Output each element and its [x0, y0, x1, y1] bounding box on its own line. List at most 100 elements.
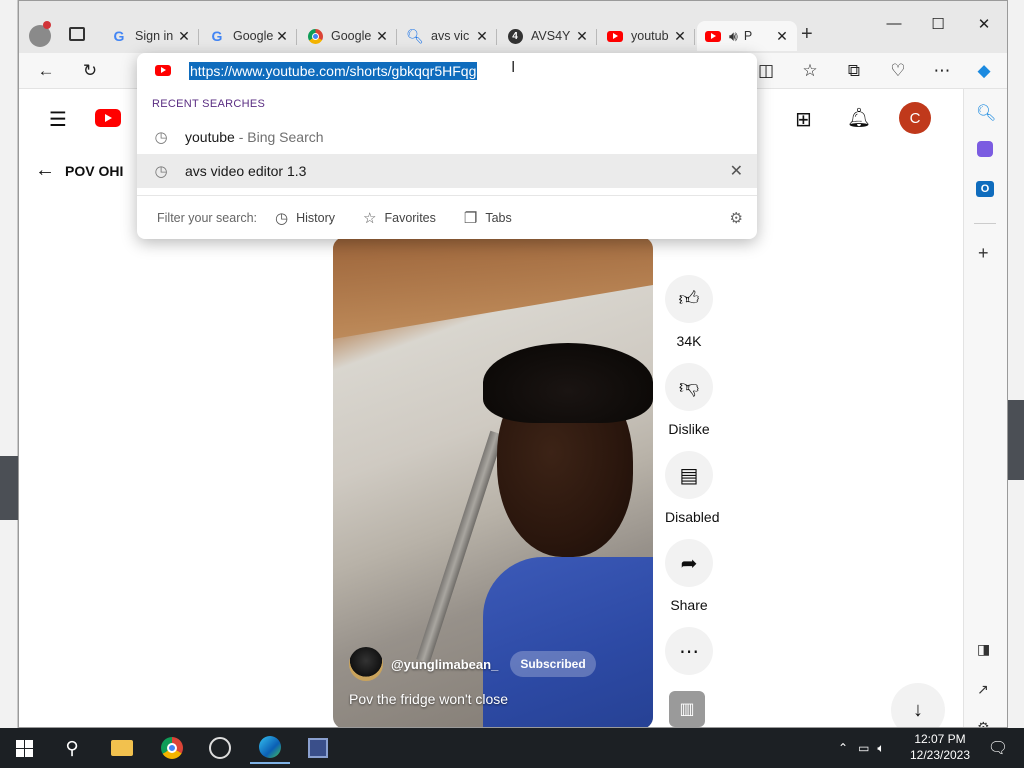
start-windows-icon[interactable] [4, 732, 44, 764]
avs-video-editor-icon[interactable] [298, 732, 338, 764]
volume-muted-icon[interactable]: 🔈︎ [877, 741, 884, 756]
close-icon[interactable]: ✕ [575, 28, 589, 45]
filter-history[interactable]: ◷ History [275, 209, 335, 227]
tab-actions-icon[interactable] [69, 27, 85, 41]
collections-icon[interactable]: ⧉ [841, 59, 867, 83]
close-window-button[interactable]: ✕ [969, 15, 999, 33]
short-video-player[interactable]: @yunglimabean_ Subscribed Pov the fridge… [333, 237, 653, 727]
share-action[interactable]: ➦ Share [665, 539, 713, 613]
youtube-icon [607, 28, 623, 44]
recent-searches-header: RECENT SEARCHES [152, 98, 266, 110]
page-title: POV OHI [65, 162, 124, 179]
filter-label: Filter your search: [157, 210, 258, 225]
sidebar-toggle-icon[interactable]: ◨ [977, 641, 990, 658]
obs-icon[interactable] [200, 732, 240, 764]
subscribe-button[interactable]: Subscribed [510, 651, 596, 677]
remove-suggestion-icon[interactable]: ✕ [730, 161, 743, 181]
settings-gear-icon[interactable]: ⚙ [977, 719, 990, 727]
history-icon: ◷ [275, 209, 289, 227]
tab-strip: G Sign in ✕ G Google ✕ Google ✕ 🔍︎ avs v… [19, 1, 1007, 53]
gear-icon[interactable]: ⚙ [730, 209, 743, 227]
browser-essentials-icon[interactable]: ♡ [885, 59, 911, 83]
suggestion-avs-video-editor[interactable]: ◷ avs video editor 1.3 ✕ [137, 154, 757, 188]
copilot-icon[interactable]: ◆ [971, 59, 997, 83]
back-to-shorts[interactable]: ← POV OHI [35, 159, 123, 182]
favorites-star-icon[interactable]: ☆ [797, 59, 823, 83]
sound-thumbnail-icon[interactable]: ▥ [669, 691, 705, 727]
notifications-bell-icon[interactable]: 🔔︎ [847, 106, 871, 130]
refresh-icon[interactable]: ↻ [77, 59, 103, 83]
youtube-logo[interactable] [95, 109, 121, 127]
back-arrow-icon: ← [35, 159, 55, 181]
dislike-action[interactable]: 👎︎ Dislike [665, 363, 713, 437]
tab-pov-active[interactable]: 🔊︎ P ✕ [697, 21, 797, 51]
address-bar[interactable]: https://www.youtube.com/shorts/gbkqqr5HF… [137, 53, 757, 89]
more-icon[interactable]: ⋯ [665, 627, 713, 675]
notification-center-icon[interactable]: 🗨︎ [978, 732, 1018, 764]
avatar[interactable]: C [899, 102, 931, 134]
desktop-left-edge [0, 0, 18, 728]
minimize-button[interactable]: — [879, 15, 909, 32]
close-icon[interactable]: ✕ [775, 28, 789, 45]
maximize-button[interactable]: ☐ [923, 15, 953, 33]
next-video-icon[interactable]: ↓ [891, 683, 945, 727]
history-icon: ◷ [154, 129, 168, 146]
new-tab-button[interactable]: + [801, 23, 813, 46]
close-icon[interactable]: ✕ [275, 28, 289, 45]
create-icon[interactable]: ⊞ [795, 107, 812, 132]
add-sidebar-app-icon[interactable]: + [978, 243, 989, 264]
filter-tabs[interactable]: ❐ Tabs [464, 209, 512, 227]
more-action[interactable]: ⋯ [665, 627, 713, 675]
file-explorer-icon[interactable] [102, 732, 142, 764]
clock[interactable]: 12:07 PM 12/23/2023 [908, 731, 972, 763]
youtube-icon [705, 28, 721, 44]
close-icon[interactable]: ✕ [177, 28, 191, 45]
search-icon[interactable]: ⚲ [52, 732, 92, 764]
tab-google[interactable]: G Google ✕ [201, 21, 297, 51]
close-icon[interactable]: ✕ [375, 28, 389, 45]
comments-action[interactable]: ▤ Disabled [665, 451, 719, 525]
desktop-right-edge [1006, 0, 1024, 728]
suggestion-youtube[interactable]: ◷ youtube - Bing Search [137, 120, 757, 154]
like-action[interactable]: 👍︎ 34K [665, 275, 713, 349]
open-external-icon[interactable]: ↗ [977, 681, 989, 698]
menu-icon[interactable]: ☰ [49, 107, 67, 132]
profile-icon[interactable] [29, 21, 51, 47]
avs-icon: 4 [507, 28, 523, 44]
back-icon[interactable]: ← [33, 59, 59, 83]
share-icon[interactable]: ➦ [665, 539, 713, 587]
close-icon[interactable]: ✕ [673, 28, 687, 45]
dislike-label: Dislike [668, 421, 710, 437]
search-filter-bar: Filter your search: ◷ History ☆ Favorites … [137, 195, 757, 239]
search-icon[interactable]: 🔍︎ [976, 103, 996, 123]
channel-info: @yunglimabean_ Subscribed [349, 647, 596, 681]
outlook-icon[interactable]: O [976, 181, 994, 197]
url-input[interactable]: https://www.youtube.com/shorts/gbkqqr5HF… [189, 62, 478, 80]
tab-avs-search[interactable]: 🔍︎ avs vic ✕ [399, 21, 497, 51]
channel-name[interactable]: @yunglimabean_ [391, 657, 498, 672]
video-caption: Pov the fridge won't close [349, 691, 509, 707]
edge-sidebar: 🔍︎ O + ◨ ↗ ⚙ [963, 89, 1007, 727]
close-icon[interactable]: ✕ [475, 28, 489, 45]
settings-more-icon[interactable]: ⋯ [929, 59, 955, 83]
star-icon: ☆ [363, 209, 377, 227]
tab-sign-in[interactable]: G Sign in ✕ [103, 21, 199, 51]
tab-google-chrome[interactable]: Google ✕ [299, 21, 397, 51]
browser-window: G Sign in ✕ G Google ✕ Google ✕ 🔍︎ avs v… [18, 0, 1008, 728]
network-icon[interactable]: ▭ [858, 741, 869, 755]
address-bar-dropdown: https://www.youtube.com/shorts/gbkqqr5HF… [137, 53, 757, 239]
tabs-icon: ❐ [463, 209, 478, 227]
edge-icon[interactable] [250, 732, 290, 764]
chevron-up-icon[interactable]: ⌃ [838, 741, 848, 755]
like-count: 34K [676, 333, 702, 349]
chrome-icon[interactable] [152, 732, 192, 764]
tab-youtube[interactable]: youtub ✕ [599, 21, 695, 51]
channel-avatar[interactable] [349, 647, 383, 681]
tab-avs4you[interactable]: 4 AVS4Y ✕ [499, 21, 597, 51]
speaker-icon[interactable]: 🔊︎ [729, 28, 738, 45]
filter-favorites[interactable]: ☆ Favorites [363, 209, 436, 227]
comment-icon[interactable]: ▤ [665, 451, 713, 499]
thumbs-down-icon[interactable]: 👎︎ [665, 363, 713, 411]
thumbs-up-icon[interactable]: 👍︎ [665, 275, 713, 323]
office-icon[interactable] [977, 141, 993, 157]
